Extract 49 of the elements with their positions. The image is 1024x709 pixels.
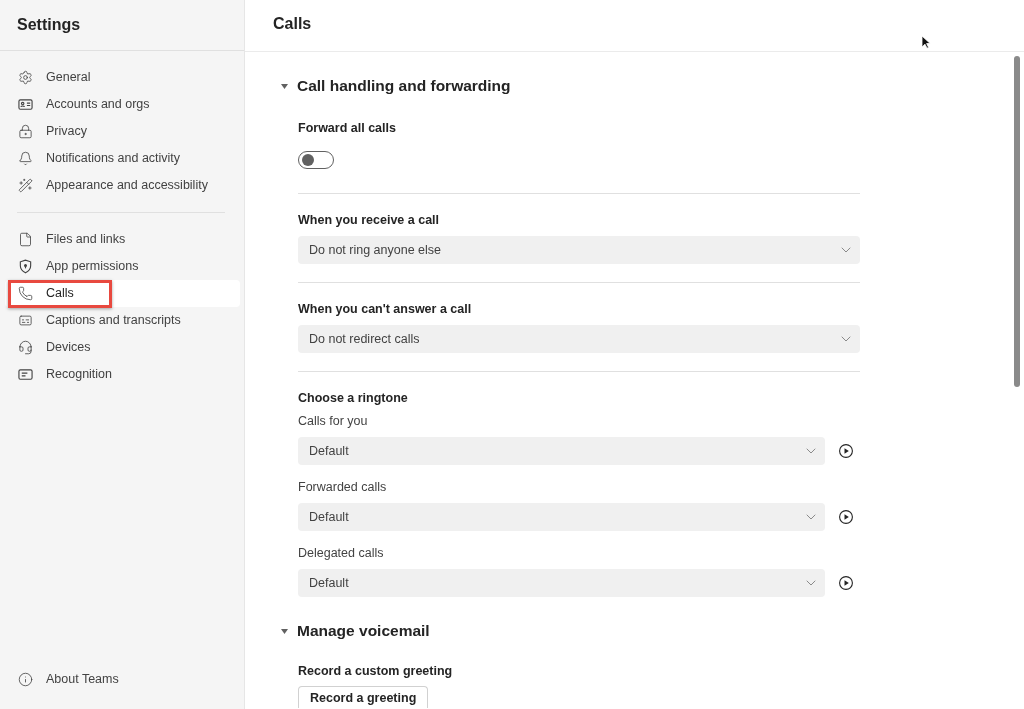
mouse-pointer-icon (921, 35, 931, 49)
sidebar-item[interactable]: Notifications and activity (5, 145, 240, 172)
play-icon[interactable] (839, 510, 853, 524)
sidebar-item[interactable]: Privacy (5, 118, 240, 145)
play-icon[interactable] (839, 444, 853, 458)
section-heading: Manage voicemail (297, 621, 430, 642)
bell-icon (18, 151, 33, 166)
magic-wand-icon (18, 178, 33, 193)
text-box-icon (18, 367, 33, 382)
lock-icon (18, 124, 33, 139)
dropdown[interactable]: Default (298, 503, 825, 531)
dropdown[interactable]: Default (298, 569, 825, 597)
sidebar-item[interactable]: Recognition (5, 361, 240, 388)
file-icon (18, 232, 33, 247)
headset-icon (18, 340, 33, 355)
dropdown[interactable]: Do not redirect calls (298, 325, 860, 353)
record-greeting-button[interactable]: Record a greeting (298, 686, 429, 708)
sidebar-item[interactable]: Accounts and orgs (5, 91, 240, 118)
page-title: Calls (273, 13, 312, 34)
caret-down-icon[interactable] (281, 83, 288, 89)
sidebar-item[interactable]: General (5, 64, 240, 91)
sidebar-item[interactable]: About Teams (5, 666, 240, 693)
scrollbar-thumb[interactable] (1014, 56, 1020, 387)
section-heading: Call handling and forwarding (297, 76, 511, 97)
caret-down-icon[interactable] (281, 628, 288, 634)
play-icon[interactable] (839, 576, 853, 590)
field-label: Calls for you (298, 413, 369, 430)
id-card-icon (18, 97, 33, 112)
field-label: Delegated calls (298, 545, 385, 562)
phone-icon (18, 286, 33, 301)
sidebar-item[interactable]: Appearance and accessibility (5, 172, 240, 199)
setting-label: When you can't answer a call (298, 301, 473, 318)
setting-label: Forward all calls (298, 120, 397, 137)
toggle-switch[interactable] (298, 151, 334, 169)
info-icon (18, 672, 33, 687)
sidebar-item[interactable]: App permissions (5, 253, 240, 280)
gear-icon (18, 70, 33, 85)
setting-label: When you receive a call (298, 212, 441, 229)
sidebar-title: Settings (17, 15, 81, 35)
dropdown[interactable]: Default (298, 437, 825, 465)
setting-label: Record a custom greeting (298, 663, 454, 680)
setting-label: Choose a ringtone (298, 390, 409, 407)
dropdown[interactable]: Do not ring anyone else (298, 236, 860, 264)
sidebar-item[interactable]: Captions and transcripts (5, 307, 240, 334)
captions-icon (18, 313, 33, 328)
sidebar-item[interactable]: Files and links (5, 226, 240, 253)
field-label: Forwarded calls (298, 479, 388, 496)
shield-icon (18, 259, 33, 274)
sidebar-item[interactable]: Devices (5, 334, 240, 361)
